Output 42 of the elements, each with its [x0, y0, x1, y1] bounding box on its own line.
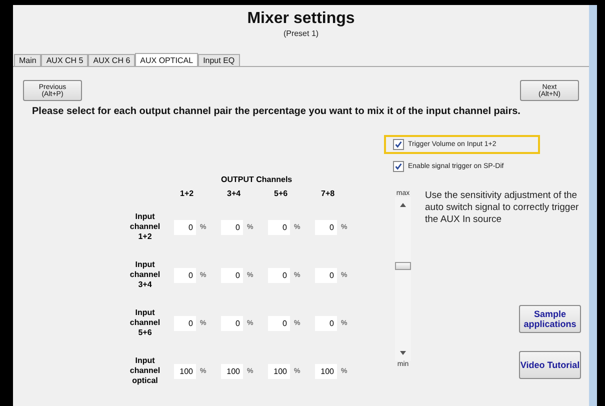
column-header: 7+8	[320, 189, 336, 198]
percent-field[interactable]: 0	[174, 316, 196, 330]
percent-field[interactable]: 0	[174, 268, 196, 282]
tab[interactable]: AUX OPTICAL	[135, 53, 198, 67]
instruction-text: Please select for each output channel pair the percentage you want to mix it of the input channel pairs.	[31, 105, 522, 117]
percent-field[interactable]: 100	[315, 364, 337, 378]
action-button[interactable]: Video Tutorial	[519, 351, 581, 379]
tab[interactable]: AUX CH 6	[88, 54, 136, 66]
percent-field[interactable]: 0	[315, 316, 337, 330]
percent-field[interactable]: 0	[315, 268, 337, 282]
matrix-title: OUTPUT Channels	[220, 175, 294, 184]
down-arrow-icon[interactable]	[400, 351, 406, 355]
row-label: Input channel 3+4	[128, 260, 162, 290]
percent-field[interactable]: 100	[221, 364, 243, 378]
percent-field[interactable]: 0	[268, 268, 290, 282]
checkbox[interactable]	[393, 161, 404, 172]
percent-field[interactable]: 0	[268, 316, 290, 330]
tab[interactable]: Input EQ	[198, 54, 240, 66]
percent-field[interactable]: 0	[221, 220, 243, 234]
percent-field[interactable]: 0	[221, 268, 243, 282]
column-header: 3+4	[226, 189, 242, 198]
preset-label: (Preset 1)	[282, 29, 320, 38]
column-header: 1+2	[179, 189, 195, 198]
action-button[interactable]: Sample applications	[519, 305, 581, 333]
up-arrow-icon[interactable]	[400, 203, 406, 207]
percent-field[interactable]: 0	[315, 220, 337, 234]
percent-field[interactable]: 100	[268, 364, 290, 378]
slider-thumb[interactable]	[395, 262, 411, 270]
percent-field[interactable]: 0	[174, 220, 196, 234]
tab[interactable]: Main	[14, 54, 42, 66]
window-title: Mixer settings	[246, 10, 356, 28]
column-header: 5+6	[273, 189, 289, 198]
row-label: Input channel 1+2	[128, 212, 162, 242]
checkbox[interactable]	[393, 139, 404, 150]
percent-field[interactable]: 100	[174, 364, 196, 378]
tab[interactable]: AUX CH 5	[41, 54, 88, 66]
percent-field[interactable]: 0	[268, 220, 290, 234]
description-text: Use the sensitivity adjustment of the auto switch signal to correctly trigger the AUX In source	[425, 190, 580, 226]
percent-field[interactable]: 0	[221, 316, 243, 330]
row-label: Input channel optical	[128, 356, 162, 386]
row-label: Input channel 5+6	[128, 308, 162, 338]
sensitivity-slider[interactable]	[395, 197, 411, 361]
